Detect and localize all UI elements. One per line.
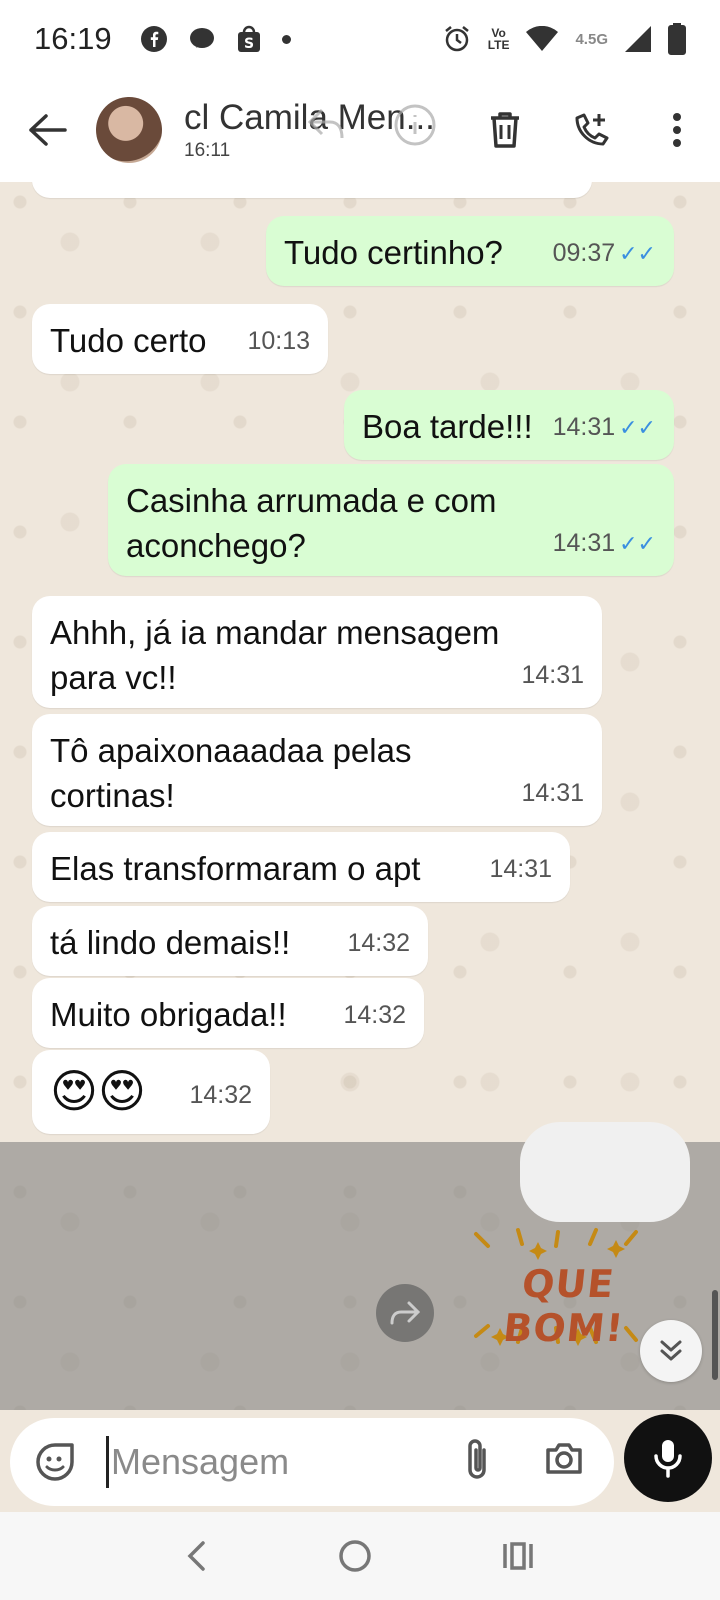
message-input-container[interactable]: Mensagem [10,1418,614,1506]
status-time: 16:19 [34,21,112,56]
volte-label: Vo LTE [487,26,510,52]
message-time: 14:31 [521,661,584,689]
message-input[interactable]: Mensagem [111,1441,289,1483]
messenger-icon [189,28,214,48]
message-in[interactable]: Muito obrigada!! 14:32 [32,978,424,1048]
network-type: 4.5G [575,30,608,48]
reply-icon[interactable] [306,106,346,142]
facebook-icon [140,26,167,52]
message-time: 08:28 [507,182,570,194]
forward-button[interactable] [376,1284,434,1342]
camera-icon [546,1443,582,1474]
avatar[interactable] [96,97,162,163]
message-in[interactable]: tá lindo demais!! 14:32 [32,906,428,976]
add-call-icon [575,113,609,146]
more-vert-icon [673,113,681,147]
message-in[interactable]: Tô apaixonaaadaa pelas cortinas! 14:31 [32,714,602,826]
message-text: Tudo certo [50,322,207,359]
message-time: 14:31 [489,855,552,883]
camera-button[interactable] [544,1438,584,1483]
nav-home-icon[interactable] [338,1539,372,1573]
ghost-bubble [520,1122,690,1222]
attach-button[interactable] [462,1438,492,1489]
message-text: Tudo certinho? [284,234,503,271]
message-in[interactable]: Tudo certo 10:13 [32,304,328,374]
message-partial[interactable]: 08:28 [32,182,592,198]
status-bar: 16:19 S Vo LTE 4.5G [0,0,720,78]
shopping-bag-icon: S [237,25,260,52]
back-button[interactable] [8,78,88,182]
message-text: tá lindo demais!! [50,924,291,961]
message-time: 14:32 [343,1001,406,1029]
message-time: 14:31 [552,529,616,557]
message-text-line: Tô apaixonaaadaa pelas [50,732,412,769]
voice-record-button[interactable] [624,1414,712,1502]
message-time: 14:31 [552,413,616,441]
back-arrow-icon [29,114,67,146]
more-options-button[interactable] [654,107,700,153]
nav-back-icon[interactable] [185,1540,209,1572]
svg-text:S: S [244,36,254,52]
emoji-button[interactable] [10,1442,100,1482]
message-text-line: para vc!! [50,659,177,696]
emoji-icon [36,1443,74,1481]
read-ticks-icon: ✓✓ [619,531,656,556]
attach-icon [468,1439,486,1479]
composer: Mensagem [0,1410,720,1512]
message-text-line: Ahhh, já ia mandar mensagem [50,614,500,651]
message-text: Elas transformaram o apt [50,850,421,887]
delete-button[interactable] [482,107,528,153]
system-nav-bar [0,1512,720,1600]
notification-dot [281,34,291,44]
chevron-double-down-icon [660,1340,682,1361]
battery-icon [668,23,686,55]
add-call-button[interactable] [568,107,614,153]
message-text: Muito obrigada!! [50,996,287,1033]
message-in-emoji[interactable]: 😍😍 14:32 [32,1050,270,1134]
read-ticks-icon: ✓✓ [619,241,656,266]
message-text-line: Casinha arrumada e com [126,482,497,519]
message-text-line: cortinas! [50,777,175,814]
nav-recents-icon[interactable] [501,1541,535,1571]
message-time: 14:31 [521,779,584,807]
message-in[interactable]: Ahhh, já ia mandar mensagem para vc!! 14… [32,596,602,708]
read-ticks-icon: ✓✓ [619,415,656,440]
message-time: 14:32 [347,929,410,957]
scrollbar[interactable] [712,1290,718,1380]
message-emoji: 😍😍 [50,1065,146,1117]
alarm-icon [444,26,469,52]
message-time: 10:13 [247,327,310,355]
message-time: 09:37 [552,239,616,267]
scroll-to-bottom-button[interactable] [640,1320,702,1382]
signal-icon [625,26,651,52]
message-in[interactable]: Elas transformaram o apt 14:31 [32,832,570,902]
mic-icon [654,1440,682,1478]
info-icon[interactable] [392,102,438,148]
chat-header: cl Camila Men... 16:11 [0,78,720,182]
delete-icon [491,112,519,148]
wifi-icon [526,26,559,51]
message-out[interactable]: Tudo certinho? 09:37 ✓✓ [266,216,674,286]
text-caret [106,1436,109,1488]
forward-icon [390,1301,421,1325]
message-time: 14:32 [189,1081,252,1109]
sticker-text: QUE BOM! [501,1262,627,1350]
message-out[interactable]: Casinha arrumada e com aconchego? 14:31 ✓… [108,464,674,576]
message-text: Boa tarde!!! [362,408,533,445]
message-out[interactable]: Boa tarde!!! 14:31 ✓✓ [344,390,674,460]
